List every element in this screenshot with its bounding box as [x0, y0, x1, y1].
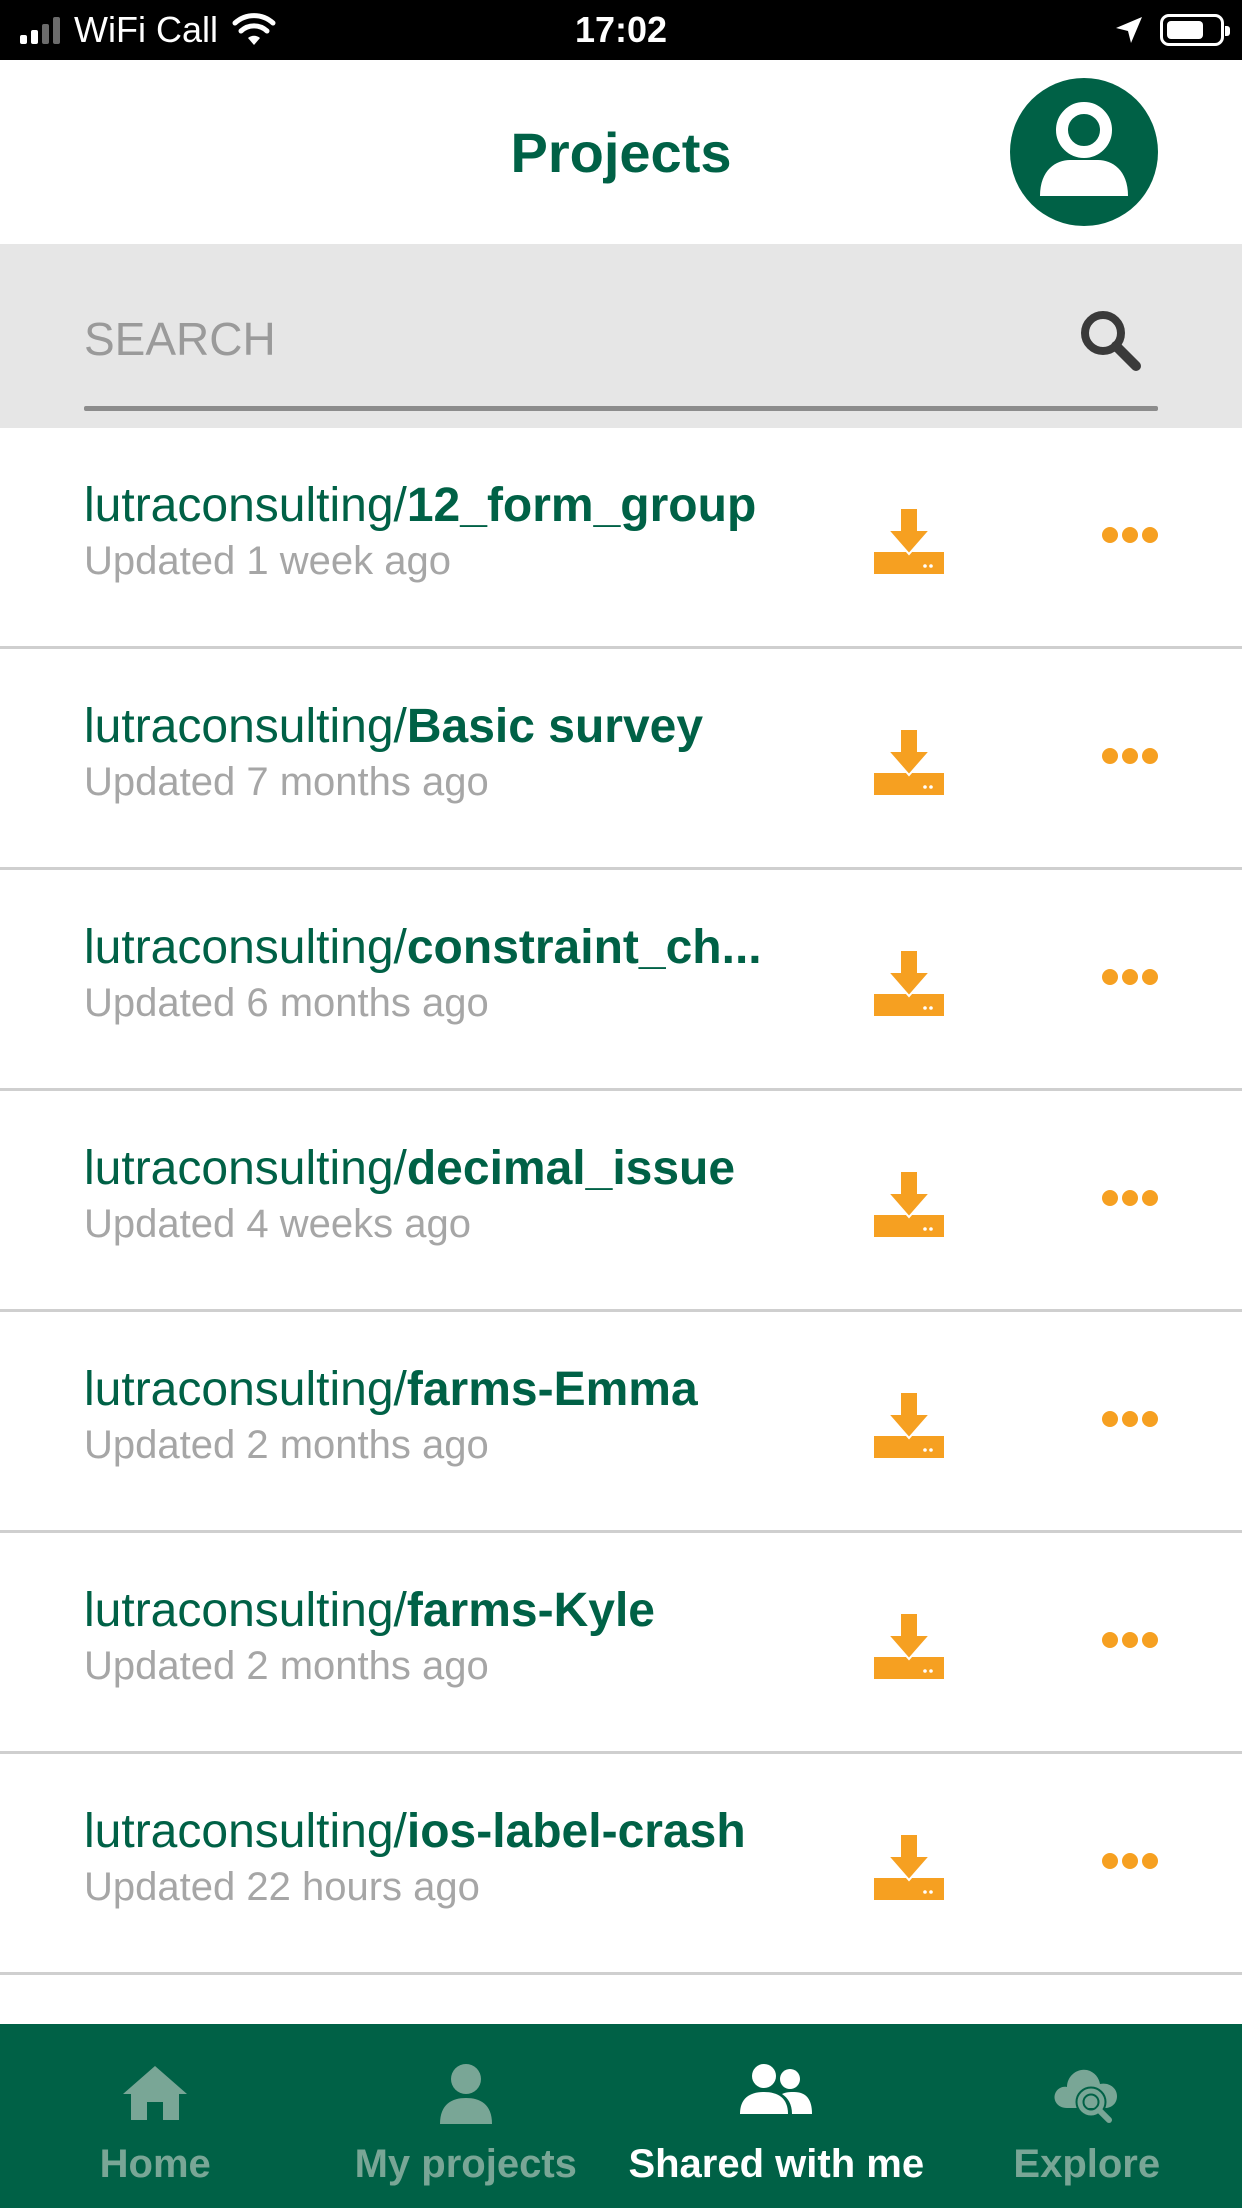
project-text: lutraconsulting/farms-Kyle Updated 2 mon… [84, 1583, 804, 1689]
project-namespace: lutraconsulting/ [84, 1584, 407, 1637]
project-title: lutraconsulting/Basic survey [84, 699, 804, 754]
project-updated: Updated 2 months ago [84, 1423, 489, 1467]
more-options-icon[interactable] [1100, 1407, 1160, 1431]
download-icon[interactable] [874, 1611, 944, 1681]
project-text: lutraconsulting/12_form_group Updated 1 … [84, 478, 804, 584]
project-updated: Updated 2 months ago [84, 1644, 489, 1688]
person-icon [439, 2064, 492, 2124]
project-namespace: lutraconsulting/ [84, 479, 407, 532]
more-options-icon[interactable] [1100, 1186, 1160, 1210]
search-bar [0, 244, 1242, 428]
project-row[interactable]: lutraconsulting/constraint_ch... Updated… [0, 870, 1242, 1091]
user-avatar-icon[interactable] [1010, 78, 1158, 226]
project-title: lutraconsulting/constraint_ch... [84, 920, 804, 975]
nav-home[interactable]: Home [0, 2024, 311, 2208]
nav-my-projects[interactable]: My projects [311, 2024, 622, 2208]
project-updated: Updated 4 weeks ago [84, 1202, 471, 1246]
download-icon[interactable] [874, 1390, 944, 1460]
search-input[interactable] [84, 304, 1024, 374]
app-header: Projects [0, 60, 1242, 244]
project-name: Basic survey [406, 700, 704, 753]
project-name: farms-Emma [406, 1363, 698, 1416]
home-icon [123, 2066, 188, 2120]
download-icon[interactable] [874, 1169, 944, 1239]
more-options-icon[interactable] [1100, 1628, 1160, 1652]
project-text: lutraconsulting/decimal_issue Updated 4 … [84, 1141, 804, 1247]
project-row[interactable]: lutraconsulting/12_form_group Updated 1 … [0, 428, 1242, 649]
project-namespace: lutraconsulting/ [84, 1363, 407, 1416]
project-text: lutraconsulting/constraint_ch... Updated… [84, 920, 804, 1026]
project-namespace: lutraconsulting/ [84, 921, 407, 974]
battery-icon [1160, 14, 1230, 46]
project-title: lutraconsulting/farms-Kyle [84, 1583, 804, 1638]
project-namespace: lutraconsulting/ [84, 700, 407, 753]
bottom-navigation: Home My projects Shared with me Explore [0, 2024, 1242, 2208]
project-namespace: lutraconsulting/ [84, 1142, 407, 1195]
project-row[interactable]: lutraconsulting/ios-label-crash Updated … [0, 1754, 1242, 1975]
download-icon[interactable] [874, 948, 944, 1018]
project-name: ios-label-crash [406, 1805, 746, 1858]
nav-explore-label: Explore [1013, 2142, 1161, 2186]
nav-my-projects-label: My projects [354, 2142, 577, 2186]
project-name: 12_form_group [406, 479, 757, 532]
more-options-icon[interactable] [1100, 523, 1160, 547]
project-name: decimal_issue [406, 1142, 736, 1195]
project-list: lutraconsulting/12_form_group Updated 1 … [0, 428, 1242, 2024]
project-updated: Updated 6 months ago [84, 981, 489, 1025]
download-icon[interactable] [874, 1832, 944, 1902]
project-row[interactable]: lutraconsulting/decimal_issue Updated 4 … [0, 1091, 1242, 1312]
nav-home-label: Home [99, 2142, 211, 2186]
project-title: lutraconsulting/farms-Emma [84, 1362, 804, 1417]
more-options-icon[interactable] [1100, 1849, 1160, 1873]
project-row[interactable]: lutraconsulting/Basic survey Updated 7 m… [0, 649, 1242, 870]
project-text: lutraconsulting/Basic survey Updated 7 m… [84, 699, 804, 805]
people-icon [740, 2064, 813, 2114]
project-row[interactable]: lutraconsulting/farms-Emma Updated 2 mon… [0, 1312, 1242, 1533]
more-options-icon[interactable] [1100, 965, 1160, 989]
status-right [1114, 0, 1230, 60]
more-options-icon[interactable] [1100, 744, 1160, 768]
nav-shared-with-me-label: Shared with me [628, 2142, 925, 2186]
location-arrow-icon [1116, 17, 1142, 43]
status-bar: WiFi Call 17:02 [0, 0, 1242, 60]
project-name: farms-Kyle [406, 1584, 655, 1637]
project-text: lutraconsulting/ios-label-crash Updated … [84, 1804, 804, 1910]
project-title: lutraconsulting/decimal_issue [84, 1141, 804, 1196]
project-namespace: lutraconsulting/ [84, 1805, 407, 1858]
download-icon[interactable] [874, 727, 944, 797]
project-updated: Updated 1 week ago [84, 539, 451, 583]
download-icon[interactable] [874, 506, 944, 576]
search-underline [84, 406, 1158, 411]
search-icon[interactable] [1076, 306, 1144, 374]
project-name: constraint_ch... [406, 921, 762, 974]
project-row[interactable]: lutraconsulting/farms-Kyle Updated 2 mon… [0, 1533, 1242, 1754]
nav-shared-with-me[interactable]: Shared with me [621, 2024, 932, 2208]
cloud-search-icon [1054, 2069, 1117, 2123]
project-title: lutraconsulting/ios-label-crash [84, 1804, 804, 1859]
project-updated: Updated 7 months ago [84, 760, 489, 804]
nav-explore[interactable]: Explore [932, 2024, 1242, 2208]
project-text: lutraconsulting/farms-Emma Updated 2 mon… [84, 1362, 804, 1468]
status-time: 17:02 [574, 9, 668, 50]
project-updated: Updated 22 hours ago [84, 1865, 480, 1909]
project-title: lutraconsulting/12_form_group [84, 478, 804, 533]
